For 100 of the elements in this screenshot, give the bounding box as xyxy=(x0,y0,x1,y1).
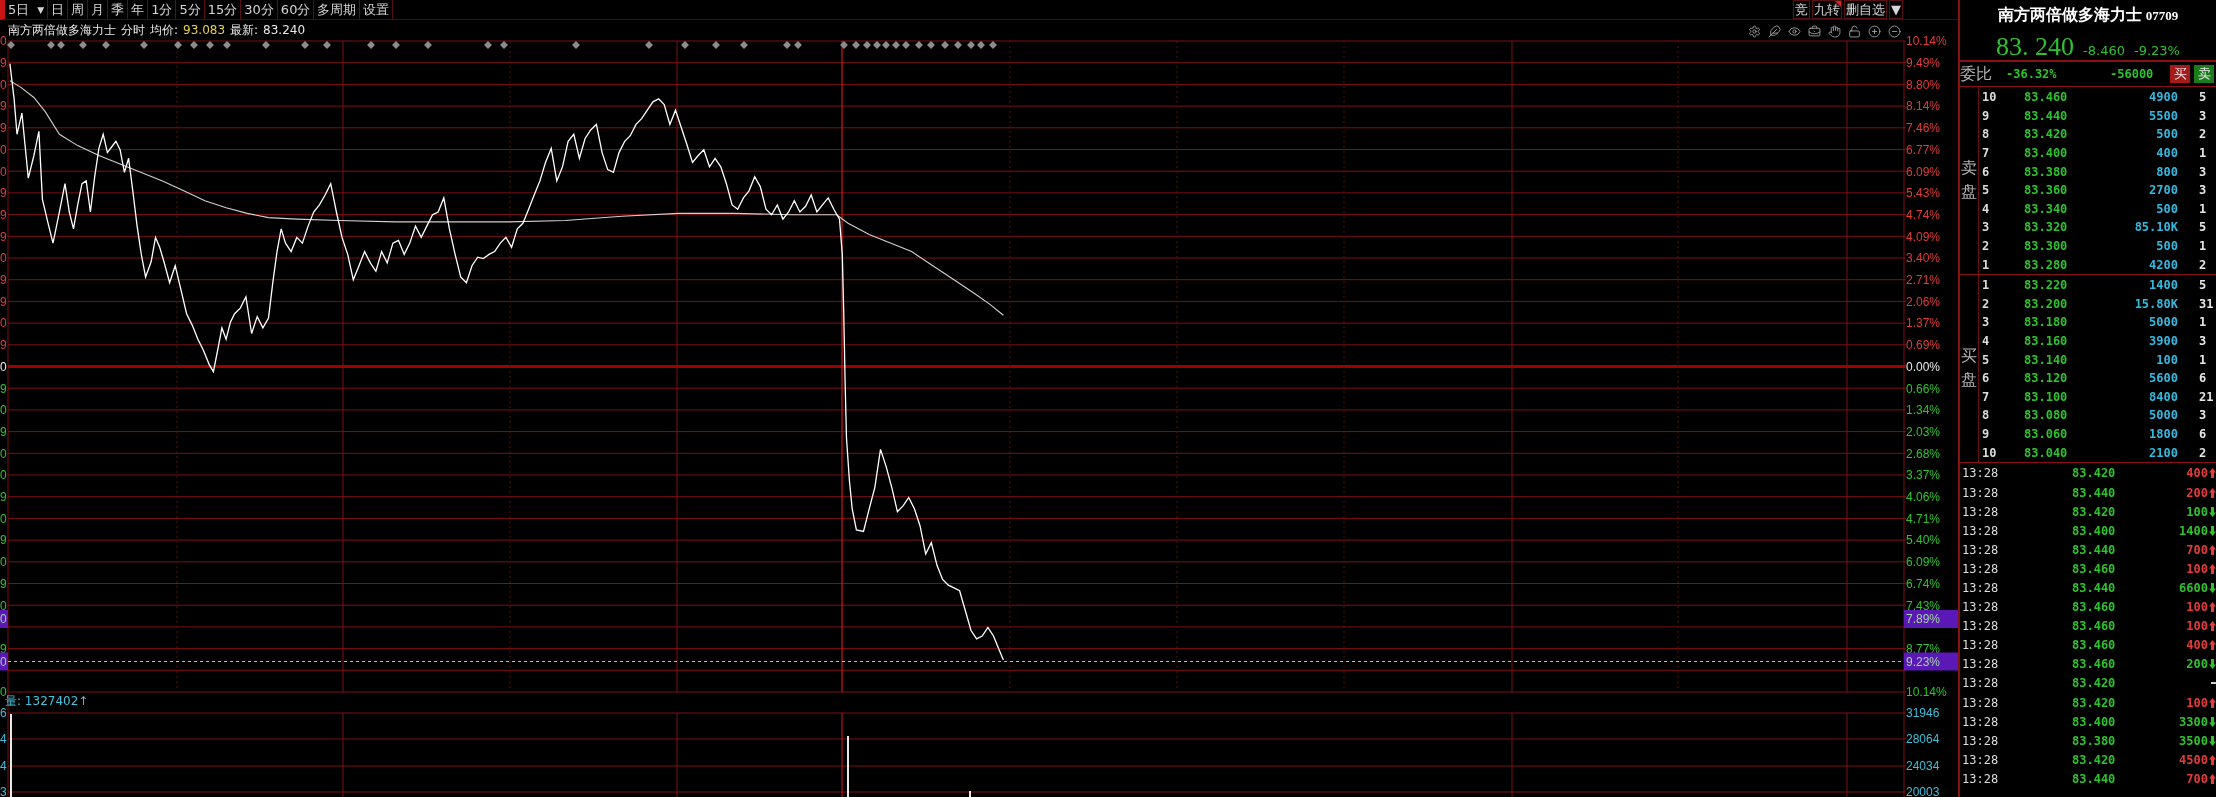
minus-circle-icon[interactable] xyxy=(1888,25,1901,38)
order-volume: 15.80K xyxy=(2134,296,2178,311)
axis-label: 0 xyxy=(0,446,7,461)
hand-icon[interactable] xyxy=(1828,25,1841,38)
trade-price: 83.440 xyxy=(2072,485,2116,500)
plus-circle-icon[interactable] xyxy=(1868,25,1881,38)
axis-label: 0.00% xyxy=(1906,359,1941,374)
axis-label: 8.80% xyxy=(1906,77,1941,92)
level-number: 8 xyxy=(1981,408,1990,423)
table-cell-text: 1 xyxy=(2198,315,2207,330)
toolbar-button[interactable]: ▼ xyxy=(1889,0,1903,19)
trade-price: 83.420 xyxy=(2072,466,2116,481)
trade-price: 83.440 xyxy=(2072,542,2116,557)
trade-volume: 6600 xyxy=(2179,581,2208,595)
trade-time: 13:28 xyxy=(1961,638,1999,653)
axis-label: 9 xyxy=(0,533,7,548)
period-button[interactable]: 年 xyxy=(128,0,149,19)
order-price: 83.300 xyxy=(2024,239,2068,254)
trade-time: 13:28 xyxy=(1961,504,1999,519)
axis-label: 28064 xyxy=(1906,732,1940,747)
lock-icon[interactable] xyxy=(1848,25,1861,38)
diamond-icon xyxy=(424,41,432,49)
axis-label: 10.14% xyxy=(1906,34,1947,49)
ratio-label: 委比 xyxy=(1960,63,1993,85)
order-price: 83.400 xyxy=(2024,146,2068,161)
period-button[interactable]: 多周期 xyxy=(314,0,361,19)
axis-label: 8.14% xyxy=(1906,99,1941,114)
level-number: 8 xyxy=(1981,127,1990,142)
order-volume: 4900 xyxy=(2149,90,2178,105)
order-price: 83.080 xyxy=(2024,408,2068,423)
axis-label: 0 xyxy=(0,468,7,483)
axis-label: 7.46% xyxy=(1906,121,1941,136)
period-button[interactable]: 周 xyxy=(68,0,89,19)
trade-volume: 100 xyxy=(2186,695,2208,710)
trade-price: 83.460 xyxy=(2072,561,2116,576)
price-tag: 7.89% xyxy=(1904,610,1958,628)
side-label: 买盘 xyxy=(1961,345,1977,392)
axis-label: 4 xyxy=(0,759,7,774)
axis-label: 9 xyxy=(0,424,7,439)
trade-time: 13:28 xyxy=(1961,752,1999,767)
period-button[interactable]: 月 xyxy=(88,0,109,19)
trade-volume: 200 xyxy=(2186,657,2208,672)
level-number: 4 xyxy=(1981,334,1990,348)
level-number: 4 xyxy=(1981,201,1990,216)
order-volume: 500 xyxy=(2156,201,2178,216)
axis-label: 9 xyxy=(0,56,7,70)
toolbar-button[interactable]: 删自选 xyxy=(1844,0,1887,19)
stock-code: 07709 xyxy=(2145,8,2179,24)
trade-time: 13:28 xyxy=(1961,714,1999,729)
axis-label: 5.40% xyxy=(1906,533,1941,548)
sell-button[interactable]: 卖 xyxy=(2194,65,2214,83)
order-price: 83.440 xyxy=(2024,108,2068,123)
axis-label: 0 xyxy=(0,359,7,374)
trade-price: 83.400 xyxy=(2072,523,2116,538)
order-price: 83.220 xyxy=(2024,278,2068,293)
price-tag: 0 xyxy=(0,652,8,671)
level-number: 9 xyxy=(1981,108,1990,123)
period-button[interactable]: 设置 xyxy=(360,0,394,19)
axis-label: 4 xyxy=(0,732,7,747)
price-tag: 9.23% xyxy=(1904,652,1958,671)
briefcase-icon[interactable] xyxy=(1808,25,1821,38)
toolbar-button[interactable]: 九转 xyxy=(1812,0,1842,19)
order-volume: 800 xyxy=(2156,164,2178,179)
ratio-difference: -56000 xyxy=(2110,67,2155,81)
trade-time: 13:28 xyxy=(1961,523,1999,538)
trade-volume: 3500 xyxy=(2179,733,2208,748)
order-volume: 400 xyxy=(2156,146,2178,161)
toolbar-button[interactable]: 竞 xyxy=(1793,0,1810,19)
trade-volume: 100 xyxy=(2186,504,2208,519)
buy-button[interactable]: 买 xyxy=(2170,65,2190,83)
diamond-icon xyxy=(301,41,309,49)
axis-label: 0 xyxy=(0,555,7,570)
trade-time: 13:28 xyxy=(1961,485,1999,500)
axis-label: 0 xyxy=(0,164,7,179)
order-volume: 4200 xyxy=(2149,257,2178,272)
axis-label: 2.06% xyxy=(1906,294,1941,309)
order-price: 83.180 xyxy=(2024,315,2068,330)
table-cell-text: 1 xyxy=(2198,201,2207,216)
axis-label: 9 xyxy=(0,576,7,591)
level-number: 2 xyxy=(1981,239,1990,254)
order-price: 83.340 xyxy=(2024,201,2068,216)
settings-icon[interactable] xyxy=(1748,25,1761,38)
period-button[interactable]: 季 xyxy=(108,0,129,19)
volume-label: 量: 1327402↑ xyxy=(5,694,89,708)
table-cell-text: 31 xyxy=(2198,296,2214,311)
order-volume: 5600 xyxy=(2149,371,2178,386)
trade-price: 83.420 xyxy=(2072,695,2116,710)
order-volume: 2100 xyxy=(2149,445,2178,460)
table-cell-text: 6 xyxy=(2198,427,2207,441)
order-price: 83.360 xyxy=(2024,183,2068,198)
feather-icon[interactable] xyxy=(1768,25,1781,38)
eye-icon[interactable] xyxy=(1788,25,1801,38)
order-volume: 1400 xyxy=(2149,278,2178,293)
table-cell-text: 1 xyxy=(2198,146,2207,161)
axis-label: 20003 xyxy=(1906,785,1940,797)
order-volume: 5000 xyxy=(2149,408,2178,423)
axis-label: 4.74% xyxy=(1906,207,1941,222)
order-volume: 500 xyxy=(2156,127,2178,142)
price-tag: 0 xyxy=(0,610,8,628)
axis-label: 1.34% xyxy=(1906,403,1941,418)
